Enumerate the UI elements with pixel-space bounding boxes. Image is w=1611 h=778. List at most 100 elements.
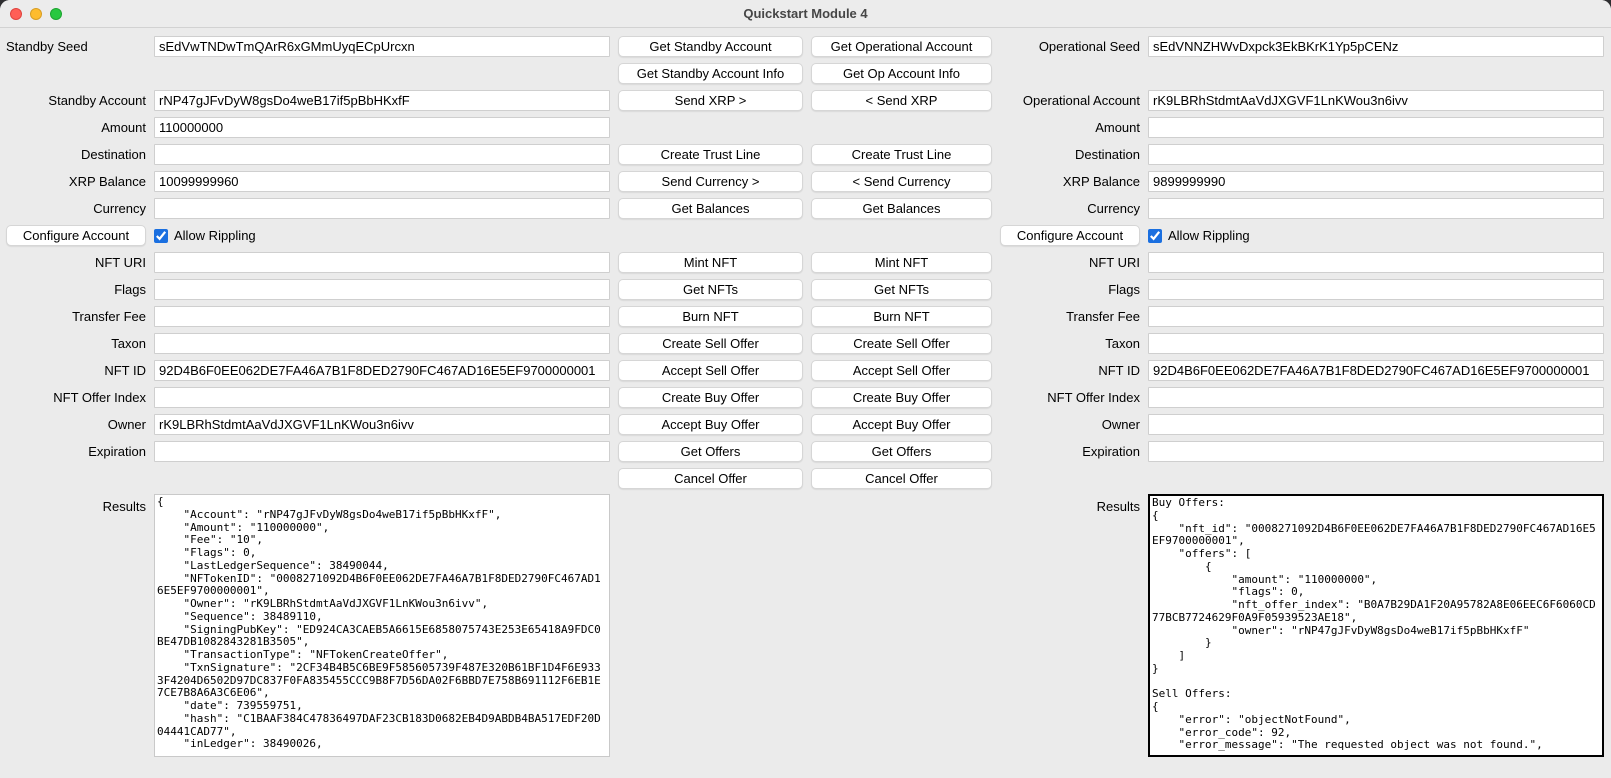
- standby-account-input[interactable]: [154, 90, 610, 111]
- get-standby-account-button[interactable]: Get Standby Account: [618, 36, 803, 57]
- row-nft-id: NFT ID Accept Sell Offer Accept Sell Off…: [0, 357, 1611, 384]
- standby-create-sell-offer-button[interactable]: Create Sell Offer: [618, 333, 803, 354]
- standby-balance-label: XRP Balance: [6, 174, 146, 189]
- row-nft-offer-index: NFT Offer Index Create Buy Offer Create …: [0, 384, 1611, 411]
- send-xrp-to-standby-button[interactable]: < Send XRP: [811, 90, 992, 111]
- operational-nft-offer-index-label: NFT Offer Index: [1000, 390, 1140, 405]
- send-xrp-to-operational-button[interactable]: Send XRP >: [618, 90, 803, 111]
- operational-accept-sell-offer-button[interactable]: Accept Sell Offer: [811, 360, 992, 381]
- operational-expiration-label: Expiration: [1000, 444, 1140, 459]
- standby-nft-uri-label: NFT URI: [6, 255, 146, 270]
- operational-taxon-input[interactable]: [1148, 333, 1604, 354]
- standby-expiration-input[interactable]: [154, 441, 610, 462]
- standby-balance-input[interactable]: [154, 171, 610, 192]
- standby-owner-label: Owner: [6, 417, 146, 432]
- standby-accept-buy-offer-button[interactable]: Accept Buy Offer: [618, 414, 803, 435]
- operational-nft-uri-input[interactable]: [1148, 252, 1604, 273]
- operational-configure-account-button[interactable]: Configure Account: [1000, 225, 1140, 246]
- operational-amount-label: Amount: [1000, 120, 1140, 135]
- standby-account-label: Standby Account: [6, 93, 146, 108]
- operational-transfer-fee-label: Transfer Fee: [1000, 309, 1140, 324]
- row-account: Standby Account Send XRP > < Send XRP Op…: [0, 87, 1611, 114]
- get-standby-account-info-button[interactable]: Get Standby Account Info: [618, 63, 803, 84]
- close-window-button[interactable]: [10, 8, 22, 20]
- standby-expiration-label: Expiration: [6, 444, 146, 459]
- standby-nft-uri-input[interactable]: [154, 252, 610, 273]
- operational-get-nfts-button[interactable]: Get NFTs: [811, 279, 992, 300]
- operational-owner-input[interactable]: [1148, 414, 1604, 435]
- standby-amount-input[interactable]: [154, 117, 610, 138]
- operational-get-offers-button[interactable]: Get Offers: [811, 441, 992, 462]
- operational-get-balances-button[interactable]: Get Balances: [811, 198, 992, 219]
- row-account-info: Get Standby Account Info Get Op Account …: [0, 60, 1611, 87]
- standby-owner-input[interactable]: [154, 414, 610, 435]
- standby-get-balances-button[interactable]: Get Balances: [618, 198, 803, 219]
- operational-create-sell-offer-button[interactable]: Create Sell Offer: [811, 333, 992, 354]
- row-cancel-offer: Cancel Offer Cancel Offer: [0, 465, 1611, 492]
- operational-nft-offer-index-input[interactable]: [1148, 387, 1604, 408]
- operational-create-buy-offer-button[interactable]: Create Buy Offer: [811, 387, 992, 408]
- get-operational-account-button[interactable]: Get Operational Account: [811, 36, 992, 57]
- standby-flags-label: Flags: [6, 282, 146, 297]
- operational-flags-input[interactable]: [1148, 279, 1604, 300]
- standby-transfer-fee-input[interactable]: [154, 306, 610, 327]
- standby-flags-input[interactable]: [154, 279, 610, 300]
- standby-seed-input[interactable]: [154, 36, 610, 57]
- operational-flags-label: Flags: [1000, 282, 1140, 297]
- row-seed: Standby Seed Get Standby Account Get Ope…: [0, 33, 1611, 60]
- operational-taxon-label: Taxon: [1000, 336, 1140, 351]
- standby-configure-account-button[interactable]: Configure Account: [6, 225, 146, 246]
- row-amount: Amount Amount: [0, 114, 1611, 141]
- standby-currency-input[interactable]: [154, 198, 610, 219]
- standby-accept-sell-offer-button[interactable]: Accept Sell Offer: [618, 360, 803, 381]
- operational-results-textarea[interactable]: Buy Offers: { "nft_id": "0008271092D4B6F…: [1148, 494, 1604, 757]
- standby-results-textarea[interactable]: { "Account": "rNP47gJFvDyW8gsDo4weB17if5…: [154, 494, 610, 757]
- row-nft-uri: NFT URI Mint NFT Mint NFT NFT URI: [0, 249, 1611, 276]
- send-currency-to-standby-button[interactable]: < Send Currency: [811, 171, 992, 192]
- operational-account-label: Operational Account: [1000, 93, 1140, 108]
- operational-account-input[interactable]: [1148, 90, 1604, 111]
- zoom-window-button[interactable]: [50, 8, 62, 20]
- operational-allow-rippling-checkbox[interactable]: [1148, 229, 1162, 243]
- operational-expiration-input[interactable]: [1148, 441, 1604, 462]
- operational-create-trust-line-button[interactable]: Create Trust Line: [811, 144, 992, 165]
- operational-burn-nft-button[interactable]: Burn NFT: [811, 306, 992, 327]
- operational-accept-buy-offer-button[interactable]: Accept Buy Offer: [811, 414, 992, 435]
- get-op-account-info-button[interactable]: Get Op Account Info: [811, 63, 992, 84]
- standby-transfer-fee-label: Transfer Fee: [6, 309, 146, 324]
- row-destination: Destination Create Trust Line Create Tru…: [0, 141, 1611, 168]
- standby-get-nfts-button[interactable]: Get NFTs: [618, 279, 803, 300]
- standby-cancel-offer-button[interactable]: Cancel Offer: [618, 468, 803, 489]
- standby-get-offers-button[interactable]: Get Offers: [618, 441, 803, 462]
- operational-seed-input[interactable]: [1148, 36, 1604, 57]
- standby-mint-nft-button[interactable]: Mint NFT: [618, 252, 803, 273]
- main-content: Standby Seed Get Standby Account Get Ope…: [0, 28, 1611, 778]
- operational-transfer-fee-input[interactable]: [1148, 306, 1604, 327]
- standby-nft-offer-index-label: NFT Offer Index: [6, 390, 146, 405]
- standby-create-trust-line-button[interactable]: Create Trust Line: [618, 144, 803, 165]
- standby-burn-nft-button[interactable]: Burn NFT: [618, 306, 803, 327]
- send-currency-to-operational-button[interactable]: Send Currency >: [618, 171, 803, 192]
- standby-create-buy-offer-button[interactable]: Create Buy Offer: [618, 387, 803, 408]
- row-expiration: Expiration Get Offers Get Offers Expirat…: [0, 438, 1611, 465]
- operational-nft-id-input[interactable]: [1148, 360, 1604, 381]
- traffic-lights: [10, 0, 62, 27]
- standby-allow-rippling-checkbox[interactable]: [154, 229, 168, 243]
- operational-amount-input[interactable]: [1148, 117, 1604, 138]
- row-flags: Flags Get NFTs Get NFTs Flags: [0, 276, 1611, 303]
- standby-seed-label: Standby Seed: [6, 39, 146, 54]
- operational-destination-input[interactable]: [1148, 144, 1604, 165]
- standby-taxon-input[interactable]: [154, 333, 610, 354]
- operational-cancel-offer-button[interactable]: Cancel Offer: [811, 468, 992, 489]
- operational-currency-input[interactable]: [1148, 198, 1604, 219]
- standby-nft-offer-index-input[interactable]: [154, 387, 610, 408]
- operational-owner-label: Owner: [1000, 417, 1140, 432]
- minimize-window-button[interactable]: [30, 8, 42, 20]
- window-title: Quickstart Module 4: [743, 6, 867, 21]
- standby-currency-label: Currency: [6, 201, 146, 216]
- standby-results-label: Results: [6, 494, 146, 514]
- standby-destination-input[interactable]: [154, 144, 610, 165]
- operational-balance-input[interactable]: [1148, 171, 1604, 192]
- standby-nft-id-input[interactable]: [154, 360, 610, 381]
- operational-mint-nft-button[interactable]: Mint NFT: [811, 252, 992, 273]
